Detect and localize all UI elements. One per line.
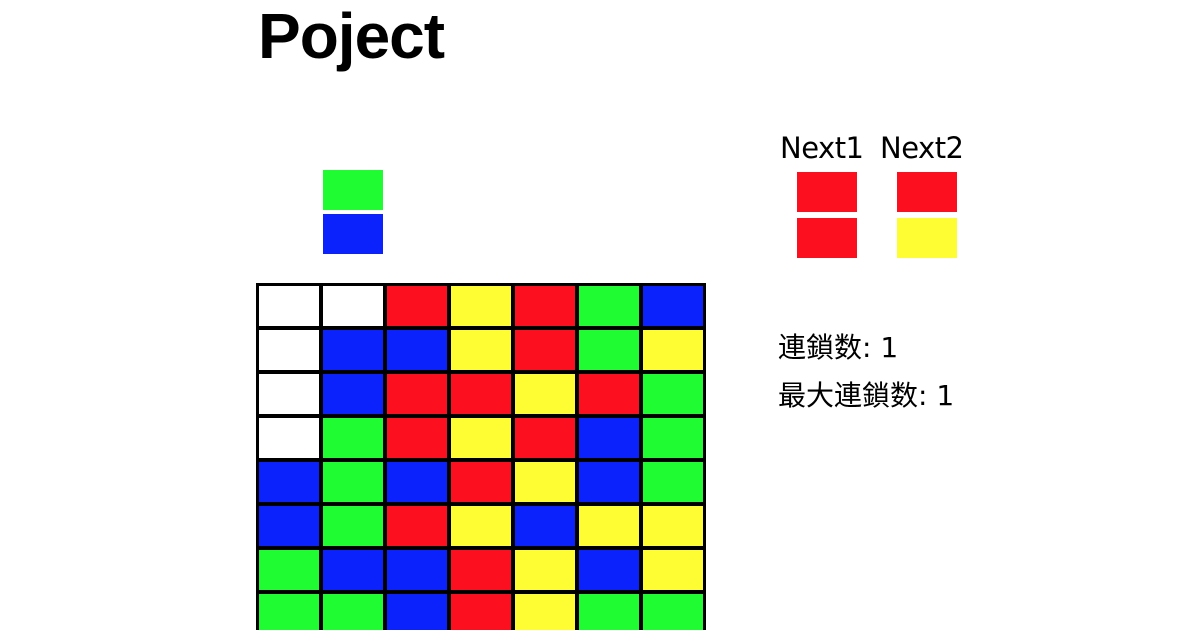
board-cell [259,506,319,546]
board-cell [515,418,575,458]
board-cell [643,418,703,458]
board-cell [259,594,319,630]
board-cell [259,286,319,326]
next1-label: Next1 [780,131,864,165]
chain-count-value: 1 [880,331,899,364]
board-cell [579,594,639,630]
page-title: Poject [258,0,445,72]
board-cell [387,374,447,414]
board-cell [387,594,447,630]
board-cell [579,374,639,414]
board-cell [515,550,575,590]
next2-label: Next2 [880,131,964,165]
falling-block [323,170,383,210]
board-cell [259,374,319,414]
board-cell [323,462,383,502]
board-cell [451,374,511,414]
board-cell [323,374,383,414]
chain-count-label: 連鎖数: [778,331,872,364]
board-cell [323,418,383,458]
board-cell [451,594,511,630]
game-board [256,283,706,630]
board-cell [259,462,319,502]
board-cell [451,330,511,370]
board-cell [451,462,511,502]
max-chain-count: 最大連鎖数: 1 [778,379,954,413]
board-cell [515,594,575,630]
board-cell [323,550,383,590]
max-chain-count-value: 1 [936,379,955,412]
board-cell [579,550,639,590]
board-cell [579,462,639,502]
board-cell [387,550,447,590]
board-cell [515,506,575,546]
board-cell [643,506,703,546]
board-cell [259,550,319,590]
board-cell [579,418,639,458]
falling-block [323,214,383,254]
board-cell [643,330,703,370]
board-cell [387,462,447,502]
board-cell [451,550,511,590]
board-cell [579,330,639,370]
board-cell [451,286,511,326]
next-block [897,172,957,212]
board-cell [387,286,447,326]
board-cell [259,418,319,458]
board-cell [579,286,639,326]
next-block [897,218,957,258]
board-cell [643,286,703,326]
board-cell [515,286,575,326]
board-cell [579,506,639,546]
board-cell [515,462,575,502]
board-cell [323,594,383,630]
board-cell [259,330,319,370]
board-cell [387,506,447,546]
chain-count: 連鎖数: 1 [778,331,898,365]
board-cell [451,506,511,546]
board-cell [323,330,383,370]
board-cell [387,330,447,370]
board-cell [643,374,703,414]
board-cell [323,286,383,326]
next-block [797,218,857,258]
board-cell [515,374,575,414]
game-page: Poject Next1 Next2 連鎖数: 1 最大連鎖数: 1 [0,0,1200,630]
board-cell [643,462,703,502]
max-chain-count-label: 最大連鎖数: [778,379,928,412]
board-cell [643,594,703,630]
next-block [797,172,857,212]
board-cell [515,330,575,370]
board-cell [323,506,383,546]
board-cell [643,550,703,590]
board-cell [387,418,447,458]
board-cell [451,418,511,458]
